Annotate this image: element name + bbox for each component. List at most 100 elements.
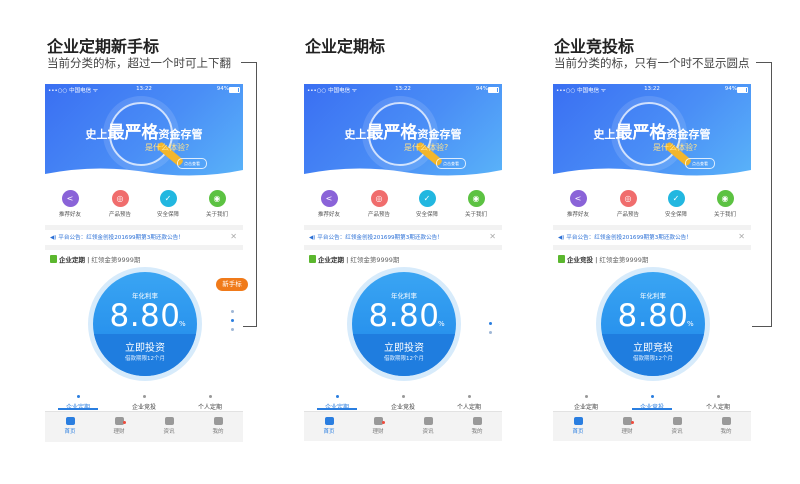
share-icon: < bbox=[569, 190, 587, 207]
shield-icon: ✓ bbox=[667, 190, 685, 207]
menu-item-invite[interactable]: < 推荐好友 bbox=[304, 190, 354, 218]
nav-news[interactable]: 资讯 bbox=[652, 417, 702, 435]
nav-home[interactable]: 首页 bbox=[45, 417, 95, 435]
nav-finance[interactable]: 理财 bbox=[602, 417, 652, 435]
close-icon[interactable]: ✕ bbox=[230, 232, 237, 241]
tab-personal-fixed[interactable]: 个人定期 bbox=[177, 395, 243, 411]
notification-dot bbox=[631, 421, 634, 424]
tab-label: 个人定期 bbox=[705, 404, 730, 411]
notification-dot bbox=[123, 421, 126, 424]
nav-news[interactable]: 资讯 bbox=[403, 417, 453, 435]
nav-label: 我的 bbox=[212, 429, 224, 435]
tab-corporate-bid[interactable]: 企业竞投 bbox=[111, 395, 177, 411]
banner-slogan: 史上最严格资金存管 bbox=[553, 118, 751, 143]
menu-item-invite[interactable]: < 推荐好友 bbox=[45, 190, 95, 218]
tab-label: 企业竞投 bbox=[390, 404, 415, 411]
pager-dot[interactable] bbox=[231, 310, 234, 313]
panel-2-title: 企业定期标 bbox=[305, 37, 386, 56]
close-icon[interactable]: ✕ bbox=[489, 232, 496, 241]
menu-label: 关于我们 bbox=[464, 212, 487, 218]
nav-label: 首页 bbox=[323, 429, 335, 435]
slogan-part: 资金存管 bbox=[666, 128, 711, 141]
callout-line bbox=[771, 62, 772, 327]
status-bar: •••○○ 中国电信 ᯤ 13:22 94% bbox=[45, 84, 243, 94]
nav-home[interactable]: 首页 bbox=[304, 417, 354, 435]
nav-label: 首页 bbox=[572, 429, 584, 435]
banner-wave bbox=[553, 168, 751, 180]
slogan-part: 史上 bbox=[344, 128, 367, 141]
news-icon bbox=[672, 417, 682, 425]
slogan-part: 资金存管 bbox=[417, 128, 462, 141]
battery-label: 94% bbox=[724, 86, 737, 92]
tab-label: 个人定期 bbox=[197, 404, 222, 411]
invest-button[interactable]: 立即竞投 bbox=[601, 339, 705, 354]
user-icon bbox=[472, 417, 482, 425]
clock-label: 13:22 bbox=[136, 86, 152, 92]
slogan-highlight: 最严格 bbox=[107, 123, 159, 143]
banner-subtitle: 是什么体验? bbox=[145, 143, 190, 152]
loan-term: 借款期限12个月 bbox=[633, 356, 673, 362]
menu-item-preview[interactable]: ◎ 产品预告 bbox=[95, 190, 145, 218]
slogan-highlight: 最严格 bbox=[366, 123, 418, 143]
nav-profile[interactable]: 我的 bbox=[452, 417, 502, 435]
user-icon bbox=[213, 417, 223, 425]
product-heading: 企业定期 | 红领金第9999期 bbox=[309, 254, 399, 264]
slogan-part: 史上 bbox=[85, 128, 108, 141]
menu-item-about[interactable]: ◉ 关于我们 bbox=[192, 190, 242, 218]
battery-label: 94% bbox=[216, 86, 229, 92]
nav-profile[interactable]: 我的 bbox=[701, 417, 751, 435]
battery-icon bbox=[229, 86, 240, 93]
menu-label: 安全保障 bbox=[664, 212, 687, 218]
tab-label: 企业定期 bbox=[573, 404, 598, 411]
nav-finance[interactable]: 理财 bbox=[353, 417, 403, 435]
nav-home[interactable]: 首页 bbox=[553, 417, 603, 435]
tab-personal-fixed[interactable]: 个人定期 bbox=[685, 395, 751, 411]
menu-item-security[interactable]: ✓ 安全保障 bbox=[651, 190, 701, 218]
callout-line bbox=[752, 326, 772, 327]
menu-label: 产品预告 bbox=[108, 212, 131, 218]
pager-dot[interactable] bbox=[489, 322, 492, 325]
rate-circle[interactable]: 年化利率 8.80 % 立即投资 借款期限12个月 bbox=[88, 267, 202, 381]
menu-item-security[interactable]: ✓ 安全保障 bbox=[402, 190, 452, 218]
clock-icon: ◎ bbox=[370, 190, 388, 207]
notice-bar[interactable]: ◀) 平台公告：红领金创投201699期第3期还款公告！ ✕ bbox=[45, 230, 243, 244]
invest-button[interactable]: 立即投资 bbox=[352, 339, 456, 354]
pager-dot[interactable] bbox=[231, 319, 234, 322]
menu-item-preview[interactable]: ◎ 产品预告 bbox=[603, 190, 653, 218]
nav-profile[interactable]: 我的 bbox=[193, 417, 243, 435]
tab-corporate-bid[interactable]: 企业竞投 bbox=[370, 395, 436, 411]
tab-corporate-fixed[interactable]: 企业定期 bbox=[553, 395, 619, 411]
nav-finance[interactable]: 理财 bbox=[94, 417, 144, 435]
invest-button[interactable]: 立即投资 bbox=[93, 339, 197, 354]
promo-banner[interactable]: •••○○ 中国电信 ᯤ 13:22 94% 史上最严格资金存管 是什么体验? … bbox=[553, 84, 751, 180]
phone-screen-2: •••○○ 中国电信 ᯤ 13:22 94% 史上最严格资金存管 是什么体验? … bbox=[304, 84, 502, 441]
user-icon bbox=[721, 417, 731, 425]
notice-bar[interactable]: ◀) 平台公告：红领金创投201699期第3期还款公告！ ✕ bbox=[304, 230, 502, 244]
pager-dot[interactable] bbox=[231, 328, 234, 331]
menu-item-preview[interactable]: ◎ 产品预告 bbox=[354, 190, 404, 218]
nav-news[interactable]: 资讯 bbox=[144, 417, 194, 435]
pager-dot[interactable] bbox=[489, 331, 492, 334]
rate-circle[interactable]: 年化利率 8.80 % 立即投资 借款期限12个月 bbox=[347, 267, 461, 381]
clock-label: 13:22 bbox=[395, 86, 411, 92]
product-pager-dots[interactable] bbox=[489, 322, 492, 340]
slogan-part: 史上 bbox=[593, 128, 616, 141]
category-icon bbox=[50, 255, 57, 263]
home-icon bbox=[324, 417, 334, 425]
product-pager-dots[interactable] bbox=[231, 310, 234, 337]
menu-item-security[interactable]: ✓ 安全保障 bbox=[143, 190, 193, 218]
promo-banner[interactable]: •••○○ 中国电信 ᯤ 13:22 94% 史上最严格资金存管 是什么体验? … bbox=[45, 84, 243, 180]
loan-term: 借款期限12个月 bbox=[125, 356, 165, 362]
menu-item-about[interactable]: ◉ 关于我们 bbox=[700, 190, 750, 218]
promo-banner[interactable]: •••○○ 中国电信 ᯤ 13:22 94% 史上最严格资金存管 是什么体验? … bbox=[304, 84, 502, 180]
rate-circle[interactable]: 年化利率 8.80 % 立即竞投 借款期限12个月 bbox=[596, 267, 710, 381]
product-issue: 红领金第9999期 bbox=[599, 256, 649, 264]
shield-icon: ✓ bbox=[418, 190, 436, 207]
tab-personal-fixed[interactable]: 个人定期 bbox=[436, 395, 502, 411]
rate-percent: % bbox=[687, 320, 694, 328]
menu-item-about[interactable]: ◉ 关于我们 bbox=[451, 190, 501, 218]
notice-bar[interactable]: ◀) 平台公告：红领金创投201699期第3期还款公告！ ✕ bbox=[553, 230, 751, 244]
menu-item-invite[interactable]: < 推荐好友 bbox=[553, 190, 603, 218]
close-icon[interactable]: ✕ bbox=[738, 232, 745, 241]
notice-text: 平台公告：红领金创投201699期第3期还款公告！ bbox=[317, 235, 443, 241]
